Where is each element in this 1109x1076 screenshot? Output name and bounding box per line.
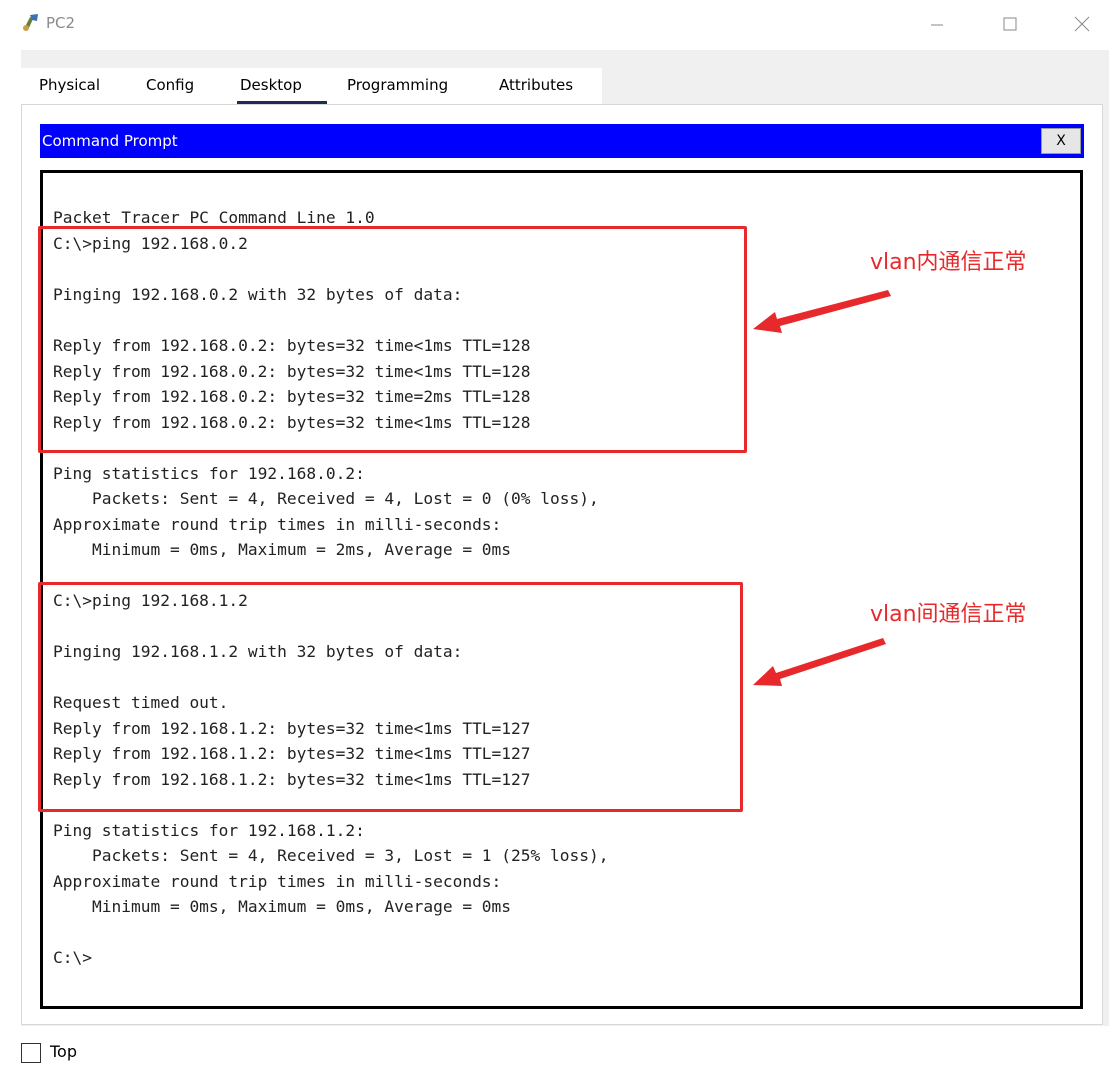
terminal-line: Packets: Sent = 4, Received = 4, Lost = … <box>53 489 599 508</box>
terminal-line: Approximate round trip times in milli-se… <box>53 872 502 891</box>
minimize-button[interactable] <box>917 8 957 40</box>
terminal-line: Minimum = 0ms, Maximum = 2ms, Average = … <box>53 540 512 559</box>
close-window-button[interactable] <box>1062 8 1102 40</box>
minimize-icon <box>931 24 943 26</box>
tab-desktop[interactable]: Desktop <box>240 76 302 94</box>
tab-physical[interactable]: Physical <box>39 76 100 94</box>
command-prompt-title: Command Prompt <box>42 132 178 150</box>
annotation-note-inter-vlan: vlan间通信正常 <box>870 602 1027 627</box>
annotation-box-inter-vlan <box>38 582 743 812</box>
close-icon <box>1074 16 1090 32</box>
command-prompt-header: Command Prompt X <box>40 124 1084 158</box>
tab-config[interactable]: Config <box>146 76 194 94</box>
maximize-icon <box>1003 17 1017 31</box>
terminal-line: Packets: Sent = 4, Received = 3, Lost = … <box>53 846 609 865</box>
terminal-line: Ping statistics for 192.168.1.2: <box>53 821 365 840</box>
annotation-box-intra-vlan <box>38 226 747 453</box>
terminal-line: Minimum = 0ms, Maximum = 0ms, Average = … <box>53 897 512 916</box>
terminal-line: Approximate round trip times in milli-se… <box>53 515 502 534</box>
annotation-arrow-icon <box>753 290 891 333</box>
window-title: PC2 <box>46 14 76 32</box>
annotation-note-intra-vlan: vlan内通信正常 <box>870 250 1027 275</box>
window-title-bar: PC2 <box>0 0 1109 50</box>
tab-attributes[interactable]: Attributes <box>499 76 573 94</box>
terminal-line: C:\> <box>53 948 92 967</box>
tab-bar: Physical Config Desktop Programming Attr… <box>21 68 602 104</box>
maximize-button[interactable] <box>990 8 1030 40</box>
command-prompt-close-button[interactable]: X <box>1041 128 1081 154</box>
top-checkbox[interactable] <box>21 1043 41 1063</box>
annotation-arrow-icon <box>753 638 886 686</box>
terminal-line: Packet Tracer PC Command Line 1.0 <box>53 208 375 227</box>
terminal-line: Ping statistics for 192.168.0.2: <box>53 464 365 483</box>
top-checkbox-label: Top <box>50 1042 77 1061</box>
packet-tracer-pc-icon <box>23 14 38 31</box>
tab-programming[interactable]: Programming <box>347 76 448 94</box>
